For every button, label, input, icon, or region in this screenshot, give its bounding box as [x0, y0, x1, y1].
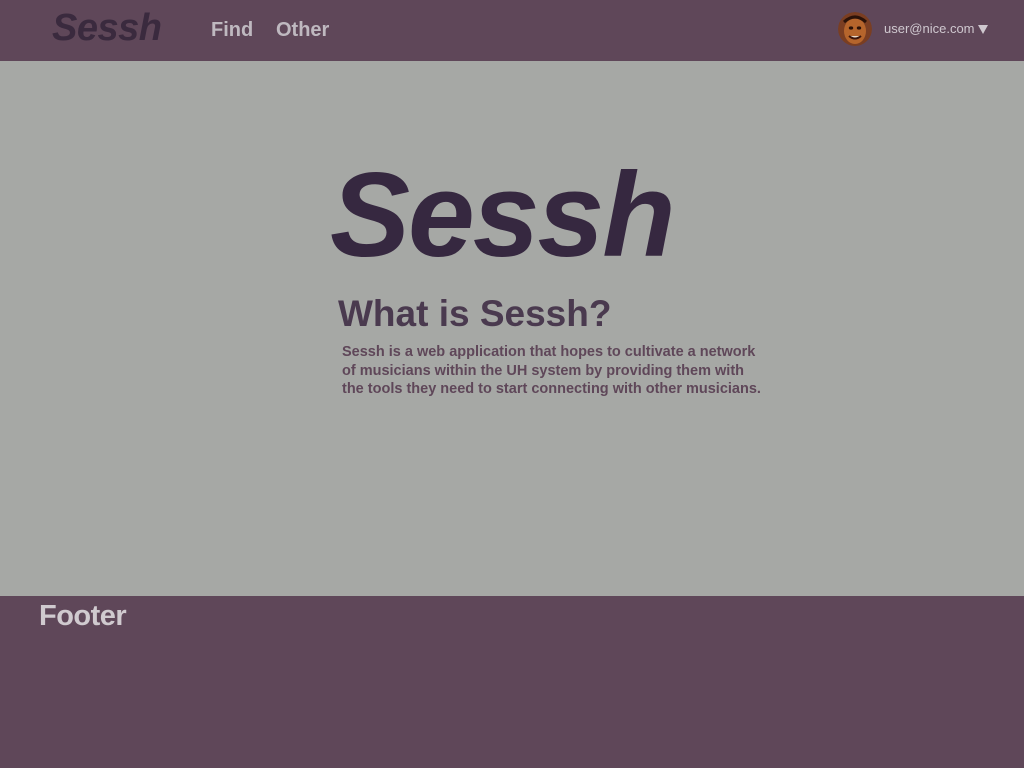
- footer: Footer: [0, 596, 1024, 768]
- nav-link-find[interactable]: Find: [211, 19, 253, 41]
- navbar: Sessh Find Other user@nice.com: [0, 0, 1024, 61]
- hero-logo: Sessh: [330, 148, 676, 282]
- user-email: user@nice.com: [884, 21, 975, 36]
- about-heading: What is Sessh?: [338, 293, 612, 334]
- chevron-down-icon: [977, 25, 988, 34]
- nav-link-other[interactable]: Other: [276, 19, 329, 41]
- user-avatar-icon[interactable]: [838, 12, 872, 46]
- about-description: Sessh is a web application that hopes to…: [342, 344, 761, 397]
- footer-title: Footer: [39, 600, 127, 632]
- brand-logo[interactable]: Sessh: [52, 6, 162, 50]
- user-menu-dropdown[interactable]: user@nice.com: [884, 21, 988, 37]
- main-content: Sessh What is Sessh? Sessh is a web appl…: [0, 61, 1024, 596]
